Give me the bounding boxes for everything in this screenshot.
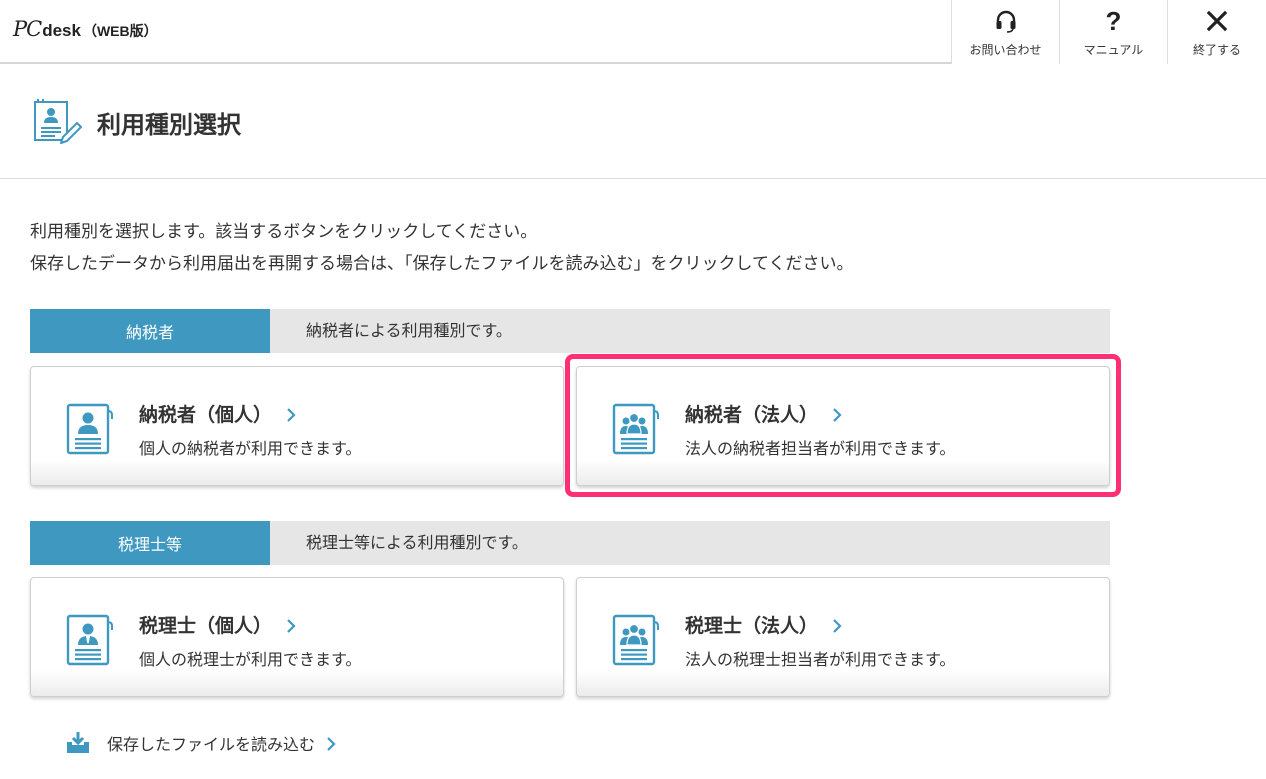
app-logo: PC desk （WEB版）: [13, 17, 158, 47]
document-edit-icon: [32, 98, 82, 146]
page-title: 利用種別選択: [97, 111, 241, 139]
exit-button-label: 終了する: [1192, 43, 1241, 57]
section-desc-taxpayer: 納税者による利用種別です。: [306, 321, 512, 340]
section-header-accountant: 税理士等 税理士等による利用種別です。: [30, 521, 1110, 565]
top-header: PC desk （WEB版） お問い合わせ ? マニュアル 終了する: [0, 0, 1266, 64]
card-title-text: 税理士（法人）: [685, 615, 819, 637]
card-description: 個人の税理士が利用できます。: [139, 650, 362, 669]
question-icon: ?: [1105, 6, 1122, 36]
card-title: 納税者（個人）: [139, 400, 298, 427]
accountant-individual-button[interactable]: 税理士（個人） 個人の税理士が利用できます。: [30, 577, 564, 697]
group-card-icon: [611, 403, 659, 455]
intro-text: 利用種別を選択します。該当するボタンをクリックしてください。 保存したデータから…: [30, 216, 853, 280]
card-title: 税理士（法人）: [685, 611, 844, 638]
card-title: 税理士（個人）: [139, 611, 298, 638]
manual-button[interactable]: ? マニュアル: [1059, 0, 1167, 64]
headset-icon: [952, 7, 1059, 35]
contact-button[interactable]: お問い合わせ: [951, 0, 1059, 64]
section-tag-taxpayer: 納税者: [30, 309, 270, 353]
taxpayer-individual-button[interactable]: 納税者（個人） 個人の納税者が利用できます。: [30, 366, 564, 486]
load-saved-file-label: 保存したファイルを読み込む: [107, 735, 316, 754]
intro-line-2: 保存したデータから利用届出を再開する場合は、「保存したファイルを読み込む」をクリ…: [30, 254, 854, 274]
card-title: 納税者（法人）: [685, 400, 844, 427]
card-description: 法人の納税者担当者が利用できます。: [685, 439, 956, 458]
logo-pc-text: PC: [13, 17, 42, 41]
card-title-text: 税理士（個人）: [139, 615, 273, 637]
group-card-icon: [611, 614, 659, 666]
person-tie-card-icon: [65, 614, 113, 666]
logo-desk-text: desk: [42, 21, 81, 40]
chevron-right-icon: [830, 406, 844, 422]
load-saved-file-link[interactable]: 保存したファイルを読み込む: [65, 727, 337, 759]
chevron-right-icon: [325, 735, 337, 751]
page-title-row: 利用種別選択: [0, 64, 1266, 179]
card-description: 法人の税理士担当者が利用できます。: [685, 650, 956, 669]
card-description: 個人の納税者が利用できます。: [139, 439, 362, 458]
chevron-right-icon: [284, 406, 298, 422]
contact-button-label: お問い合わせ: [969, 43, 1042, 57]
exit-button[interactable]: 終了する: [1167, 0, 1266, 64]
card-title-text: 納税者（法人）: [685, 404, 819, 426]
accountant-corporate-button[interactable]: 税理士（法人） 法人の税理士担当者が利用できます。: [576, 577, 1110, 697]
chevron-right-icon: [284, 617, 298, 633]
section-header-taxpayer: 納税者 納税者による利用種別です。: [30, 309, 1110, 353]
download-tray-icon: [65, 730, 91, 756]
manual-button-label: マニュアル: [1083, 43, 1144, 57]
taxpayer-corporate-button[interactable]: 納税者（法人） 法人の納税者担当者が利用できます。: [576, 366, 1110, 486]
close-icon: [1168, 7, 1266, 35]
section-tag-accountant: 税理士等: [30, 521, 270, 565]
person-card-icon: [65, 403, 113, 455]
card-title-text: 納税者（個人）: [139, 404, 273, 426]
chevron-right-icon: [830, 617, 844, 633]
section-desc-accountant: 税理士等による利用種別です。: [306, 533, 528, 552]
logo-web-text: （WEB版）: [82, 23, 158, 39]
intro-line-1: 利用種別を選択します。該当するボタンをクリックしてください。: [30, 222, 538, 242]
